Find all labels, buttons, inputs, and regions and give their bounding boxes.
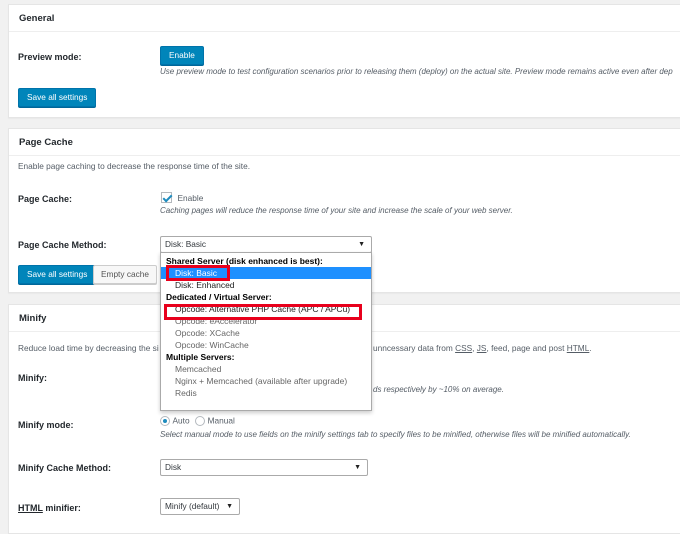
radio-auto-label: Auto <box>172 415 190 426</box>
optgroup-dedicated-server: Dedicated / Virtual Server: <box>166 292 272 302</box>
page-cache-intro: Enable page caching to decrease the resp… <box>18 161 251 171</box>
page-cache-method-value: Disk: Basic <box>165 239 207 249</box>
minify-description-partial: ds respectively by ~10% on average. <box>373 385 504 394</box>
preview-mode-description: Use preview mode to test configuration s… <box>160 67 673 76</box>
radio-auto[interactable] <box>160 415 170 426</box>
option-disk-basic[interactable]: Disk: Basic <box>161 267 371 279</box>
radio-manual-label: Manual <box>207 415 235 426</box>
html-minifier-value: Minify (default) <box>165 501 220 511</box>
radio-manual[interactable] <box>195 415 206 426</box>
css-abbr: CSS <box>455 343 473 353</box>
html-minifier-label: HTML minifier: <box>18 503 81 513</box>
option-redis: Redis <box>175 388 197 398</box>
html-minifier-select[interactable]: Minify (default) ▼ <box>160 498 240 515</box>
minify-label: Minify: <box>18 373 47 383</box>
option-memcached: Memcached <box>175 364 222 374</box>
checkbox-checked-icon[interactable] <box>161 192 172 204</box>
dropdown-arrow-icon: ▼ <box>354 464 361 471</box>
minify-mode-description: Select manual mode to use fields on the … <box>160 430 631 439</box>
optgroup-shared-server: Shared Server (disk enhanced is best): <box>166 256 323 266</box>
minify-intro-left: Reduce load time by decreasing the si <box>18 343 159 353</box>
page-cache-enable-checkbox[interactable]: Enable <box>161 192 204 204</box>
page-cache-enable-label: Enable <box>177 192 204 203</box>
html-minifier-abbr: HTML <box>18 503 43 513</box>
minify-intro-right: unncessary data from CSS, JS, feed, page… <box>373 343 592 353</box>
minify-cache-method-select[interactable]: Disk ▼ <box>160 459 368 476</box>
html-minifier-label-rest: minifier: <box>42 503 81 513</box>
minify-intro-sep: , feed, page and post <box>486 343 567 353</box>
general-title: General <box>9 5 680 32</box>
option-opcode-eaccelerator: Opcode: eAccelerator <box>175 316 258 326</box>
minify-mode-radios: Auto Manual <box>160 415 235 426</box>
html-abbr: HTML <box>566 343 590 353</box>
option-disk-enhanced[interactable]: Disk: Enhanced <box>161 279 371 291</box>
page-cache-method-label: Page Cache Method: <box>18 240 107 250</box>
dropdown-arrow-icon: ▼ <box>358 241 365 248</box>
minify-mode-label: Minify mode: <box>18 420 74 430</box>
page-cache-save-button[interactable]: Save all settings <box>18 265 97 284</box>
preview-mode-label: Preview mode: <box>18 52 82 62</box>
page-cache-label: Page Cache: <box>18 194 73 204</box>
minify-intro-end: . <box>589 343 592 353</box>
page-cache-title: Page Cache <box>9 129 680 156</box>
general-save-button[interactable]: Save all settings <box>18 88 97 107</box>
optgroup-multiple-servers: Multiple Servers: <box>166 352 235 362</box>
minify-cache-method-label: Minify Cache Method: <box>18 463 112 473</box>
option-opcode-xcache: Opcode: XCache <box>175 328 240 338</box>
page-cache-description: Caching pages will reduce the response t… <box>160 206 513 215</box>
dropdown-arrow-icon: ▼ <box>226 503 233 510</box>
option-opcode-apc[interactable]: Opcode: Alternative PHP Cache (APC / APC… <box>161 303 371 315</box>
general-panel: General <box>8 4 680 118</box>
minify-intro-text: unncessary data from <box>373 343 456 353</box>
empty-cache-button[interactable]: Empty cache <box>93 265 157 284</box>
page-cache-method-dropdown-list: Shared Server (disk enhanced is best): D… <box>160 252 372 411</box>
page-cache-method-select[interactable]: Disk: Basic ▼ <box>160 236 372 253</box>
preview-enable-button[interactable]: Enable <box>160 46 204 65</box>
option-nginx-memcached: Nginx + Memcached (available after upgra… <box>175 376 348 386</box>
option-opcode-wincache: Opcode: WinCache <box>175 340 249 350</box>
minify-cache-method-value: Disk <box>165 462 182 472</box>
